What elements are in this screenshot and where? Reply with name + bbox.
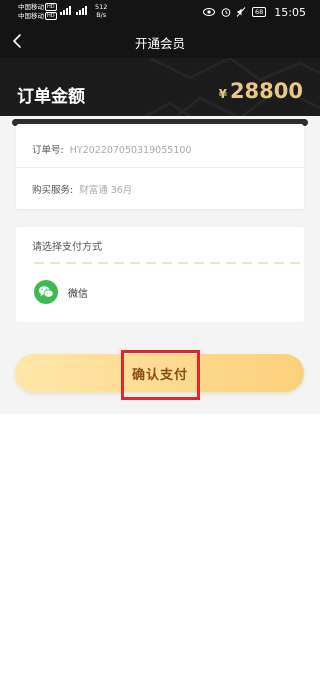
hd-badge: HD	[45, 3, 57, 11]
amount-value: 28800	[229, 79, 303, 103]
order-number-label: 订单号:	[32, 145, 64, 156]
screen: 中国移动 HD 中国移动 HD 512 B/s 68 15:05 开通会员 订单…	[0, 0, 320, 693]
battery-icon: 68	[252, 7, 267, 17]
hd-badge: HD	[45, 12, 57, 20]
eye-icon	[203, 8, 216, 16]
net-speed-unit: B/s	[96, 11, 107, 19]
service-label: 购买服务:	[32, 185, 74, 196]
alarm-icon	[221, 8, 231, 17]
net-speed-value: 512	[95, 3, 108, 11]
carrier-info: 中国移动 HD 中国移动 HD	[18, 3, 57, 21]
divider	[16, 167, 304, 168]
signal-icon	[76, 6, 87, 15]
page-title: 开通会员	[134, 36, 185, 51]
payment-method-title: 请选择支付方式	[32, 242, 102, 253]
payment-method-card: 请选择支付方式 微信	[16, 227, 304, 322]
carrier-2: 中国移动	[18, 12, 44, 20]
order-number-row: 订单号: HY202207050319055100	[32, 142, 191, 156]
nav-bar: 开通会员	[0, 24, 320, 58]
wechat-label: 微信	[68, 288, 88, 300]
payment-option-wechat[interactable]: 微信	[34, 279, 88, 305]
carrier-1: 中国移动	[18, 3, 44, 11]
service-value: 财富通 36月	[79, 185, 133, 196]
highlight-box	[121, 350, 200, 400]
amount-label: 订单金额	[17, 87, 85, 107]
currency-symbol: ¥	[218, 87, 227, 101]
clock: 15:05	[274, 5, 306, 19]
order-amount: ¥28800	[219, 79, 303, 103]
status-right: 68 15:05	[203, 4, 306, 20]
status-bar: 中国移动 HD 中国移动 HD 512 B/s 68 15:05	[0, 0, 320, 24]
order-number-value: HY202207050319055100	[69, 145, 192, 156]
wechat-icon	[34, 280, 58, 304]
net-speed: 512 B/s	[95, 3, 107, 19]
order-info-card: 订单号: HY202207050319055100 购买服务: 财富通 36月	[16, 124, 304, 209]
dashed-divider	[34, 262, 304, 264]
signal-icon	[60, 6, 71, 15]
service-row: 购买服务: 财富通 36月	[32, 182, 132, 196]
mute-icon	[237, 7, 246, 17]
